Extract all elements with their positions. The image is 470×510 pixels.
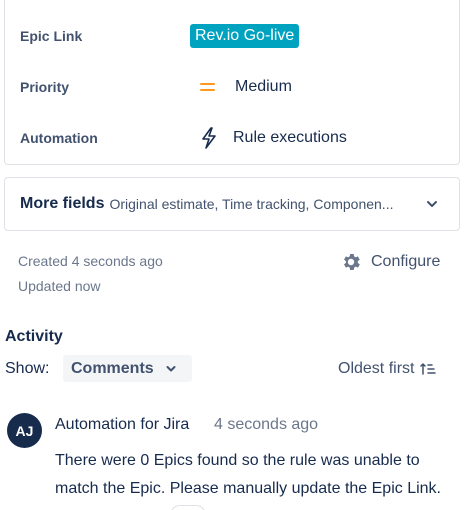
lightning-bolt-icon [202, 127, 216, 149]
activity-filter-select[interactable]: Comments [63, 355, 192, 382]
comment-author[interactable]: Automation for Jira [55, 416, 189, 434]
configure-button[interactable]: Configure [340, 251, 440, 273]
field-label: Automation [20, 130, 98, 146]
avatar[interactable]: AJ [7, 413, 42, 448]
gear-icon [344, 254, 360, 270]
rule-executions-link[interactable]: Rule executions [233, 129, 347, 147]
field-row-priority[interactable]: Priority Medium [5, 70, 459, 104]
sort-label: Oldest first [338, 360, 415, 377]
updated-timestamp: Updated now [18, 278, 101, 294]
configure-label: Configure [371, 253, 441, 270]
field-row-automation: Automation Rule executions [5, 121, 459, 155]
priority-medium-icon [200, 81, 215, 93]
show-label: Show: [5, 360, 50, 377]
more-fields-summary: Original estimate, Time tracking, Compon… [109, 196, 394, 212]
comment-body: There were 0 Epics found so the rule was… [55, 452, 441, 497]
field-value: Rev.io Go-live [190, 24, 300, 48]
activity-heading: Activity [5, 328, 63, 345]
field-label: Priority [20, 79, 70, 95]
field-row-epic-link: Epic Link Rev.io Go-live [5, 19, 459, 53]
field-value[interactable]: Rule executions [190, 127, 347, 149]
chevron-down-icon[interactable] [425, 197, 439, 211]
created-timestamp: Created 4 seconds ago [18, 253, 163, 269]
activity-filter-value: Comments [71, 359, 154, 377]
more-fields-title: More fields [20, 195, 105, 212]
field-value[interactable]: Medium [190, 78, 292, 96]
sort-order-button[interactable]: Oldest first [338, 360, 437, 378]
more-fields-section[interactable]: More fields Original estimate, Time trac… [4, 177, 460, 231]
epic-link-lozenge[interactable]: Rev.io Go-live [190, 24, 300, 48]
add-reaction-button[interactable] [170, 505, 206, 510]
field-label: Epic Link [20, 28, 83, 44]
priority-value: Medium [235, 78, 292, 95]
sort-ascending-icon [420, 363, 437, 375]
chevron-down-icon [166, 366, 176, 372]
issue-details-panel: Epic Link Rev.io Go-live Priority Medium… [4, 0, 460, 165]
comment-timestamp[interactable]: 4 seconds ago [214, 416, 318, 434]
